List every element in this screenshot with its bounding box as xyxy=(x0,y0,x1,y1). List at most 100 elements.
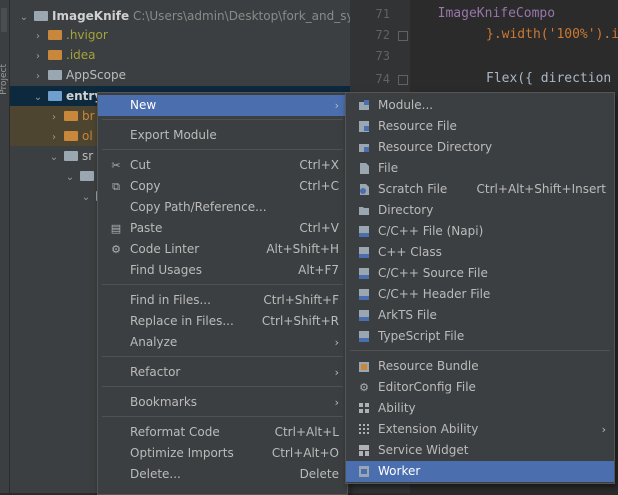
tree-item-hvigor[interactable]: › .hvigor xyxy=(32,25,108,45)
menu-item-label: C/C++ Source File xyxy=(378,266,488,280)
chevron-right-icon: › xyxy=(334,396,339,409)
chevron-right-icon[interactable]: › xyxy=(32,47,44,67)
chevron-down-icon[interactable]: ⌄ xyxy=(32,88,44,108)
scratch-file-icon xyxy=(360,184,369,195)
cpp-napi-icon xyxy=(359,226,369,237)
chevron-down-icon[interactable]: ⌄ xyxy=(48,148,60,168)
menu-item-label: Optimize Imports xyxy=(130,446,234,460)
menu-item-cut[interactable]: ✂ Cut Ctrl+X xyxy=(98,155,347,176)
project-tool-button[interactable] xyxy=(1,8,7,32)
menu-item-code-linter[interactable]: ⚙ Code Linter Alt+Shift+H xyxy=(98,239,347,260)
submenu-item-cpp-class[interactable]: C++ Class xyxy=(346,242,614,263)
menu-item-label: C/C++ File (Napi) xyxy=(378,224,484,238)
submenu-item-module[interactable]: Module... xyxy=(346,95,614,116)
submenu-item-resource-directory[interactable]: Resource Directory xyxy=(346,137,614,158)
menu-item-label: File xyxy=(378,161,399,175)
submenu-item-resource-bundle[interactable]: Resource Bundle xyxy=(346,356,614,377)
menu-item-shortcut: Ctrl+Shift+R xyxy=(261,314,339,328)
extension-ability-icon xyxy=(359,424,369,434)
resource-file-icon xyxy=(359,121,369,132)
line-number: 73 xyxy=(375,49,390,63)
fold-marker-icon[interactable] xyxy=(398,75,408,85)
menu-item-label: Find in Files... xyxy=(130,293,211,307)
menu-item-refactor[interactable]: Refactor › xyxy=(98,362,347,383)
submenu-item-arkts[interactable]: ArkTS File xyxy=(346,305,614,326)
chevron-down-icon[interactable]: ⌄ xyxy=(64,168,76,188)
submenu-item-editorconfig[interactable]: ⚙ EditorConfig File xyxy=(346,377,614,398)
menu-item-label: Copy Path/Reference... xyxy=(130,200,267,214)
menu-item-label: Export Module xyxy=(130,128,217,142)
submenu-item-directory[interactable]: Directory xyxy=(346,200,614,221)
submenu-item-cpp-source[interactable]: C/C++ Source File xyxy=(346,263,614,284)
tree-item-main[interactable]: ⌄ xyxy=(64,166,98,186)
menu-item-label: Code Linter xyxy=(130,242,200,256)
folder-icon xyxy=(34,11,48,21)
typescript-icon xyxy=(359,331,369,342)
menu-item-copy-path[interactable]: Copy Path/Reference... xyxy=(98,197,347,218)
code-line: }.width('100%').i xyxy=(486,27,618,42)
chevron-down-icon[interactable]: ⌄ xyxy=(80,188,92,208)
menu-item-label: Ability xyxy=(378,401,416,415)
tree-item-src[interactable]: ⌄ sr xyxy=(48,146,93,166)
menu-item-delete[interactable]: Delete... Delete xyxy=(98,464,347,485)
menu-item-copy[interactable]: ⧉ Copy Ctrl+C xyxy=(98,176,347,197)
menu-item-label: C++ Class xyxy=(378,245,442,259)
code-line: ImageKnifeCompo xyxy=(422,6,556,21)
code-linter-icon: ⚙ xyxy=(111,243,121,256)
submenu-item-scratch-file[interactable]: Scratch File Ctrl+Alt+Shift+Insert xyxy=(346,179,614,200)
chevron-down-icon[interactable]: ⌄ xyxy=(18,8,30,28)
chevron-right-icon[interactable]: › xyxy=(32,27,44,47)
file-icon xyxy=(360,163,369,174)
folder-icon xyxy=(48,70,62,80)
menu-item-paste[interactable]: ▤ Paste Ctrl+V xyxy=(98,218,347,239)
fold-marker-icon[interactable] xyxy=(398,31,408,41)
menu-separator xyxy=(102,386,343,387)
menu-item-optimize-imports[interactable]: Optimize Imports Ctrl+Alt+O xyxy=(98,443,347,464)
menu-item-shortcut: Ctrl+Alt+O xyxy=(271,446,339,460)
menu-item-label: Cut xyxy=(130,158,151,172)
submenu-item-ability[interactable]: Ability xyxy=(346,398,614,419)
submenu-item-resource-file[interactable]: Resource File xyxy=(346,116,614,137)
line-number: 74 xyxy=(375,72,390,86)
menu-item-replace-in-files[interactable]: Replace in Files... Ctrl+Shift+R xyxy=(98,311,347,332)
chevron-right-icon[interactable]: › xyxy=(32,67,44,87)
cpp-class-icon xyxy=(359,247,369,258)
submenu-item-extension-ability[interactable]: Extension Ability › xyxy=(346,419,614,440)
menu-separator xyxy=(102,416,343,417)
folder-icon xyxy=(64,151,78,161)
menu-item-label: Bookmarks xyxy=(130,395,198,409)
submenu-item-cpp-napi[interactable]: C/C++ File (Napi) xyxy=(346,221,614,242)
menu-item-export-module[interactable]: Export Module xyxy=(98,125,347,146)
service-widget-icon xyxy=(359,445,369,456)
menu-item-bookmarks[interactable]: Bookmarks › xyxy=(98,392,347,413)
menu-item-label: Directory xyxy=(378,203,434,217)
submenu-item-cpp-header[interactable]: C/C++ Header File xyxy=(346,284,614,305)
menu-item-find-usages[interactable]: Find Usages Alt+F7 xyxy=(98,260,347,281)
submenu-item-typescript[interactable]: TypeScript File xyxy=(346,326,614,347)
chevron-right-icon[interactable]: › xyxy=(48,108,60,128)
chevron-right-icon[interactable]: › xyxy=(48,128,60,148)
chevron-right-icon: › xyxy=(601,423,606,436)
chevron-right-icon: › xyxy=(334,336,339,349)
menu-item-reformat-code[interactable]: Reformat Code Ctrl+Alt+L xyxy=(98,422,347,443)
tree-root[interactable]: ⌄ ImageKnife C:\Users\admin\Desktop\fork_… xyxy=(18,6,350,26)
line-number: 72 xyxy=(375,28,390,42)
menu-item-find-in-files[interactable]: Find in Files... Ctrl+Shift+F xyxy=(98,290,347,311)
menu-item-label: Resource Bundle xyxy=(378,359,479,373)
menu-item-label: Find Usages xyxy=(130,263,203,277)
tree-item-label: .idea xyxy=(66,48,96,62)
chevron-right-icon: › xyxy=(334,99,339,112)
menu-item-label: TypeScript File xyxy=(378,329,465,343)
tree-item-label: sr xyxy=(82,149,94,163)
submenu-item-worker[interactable]: Worker xyxy=(346,461,614,482)
tree-item-appscope[interactable]: › AppScope xyxy=(32,65,126,85)
menu-item-label: Reformat Code xyxy=(130,425,220,439)
submenu-item-service-widget[interactable]: Service Widget xyxy=(346,440,614,461)
menu-item-analyze[interactable]: Analyze › xyxy=(98,332,347,353)
submenu-item-file[interactable]: File xyxy=(346,158,614,179)
menu-item-new[interactable]: New › xyxy=(98,95,347,116)
tree-item-idea[interactable]: › .idea xyxy=(32,45,96,65)
menu-separator xyxy=(102,356,343,357)
project-tool-label[interactable]: Project xyxy=(0,64,9,95)
code-line: Flex({ direction xyxy=(486,71,612,86)
